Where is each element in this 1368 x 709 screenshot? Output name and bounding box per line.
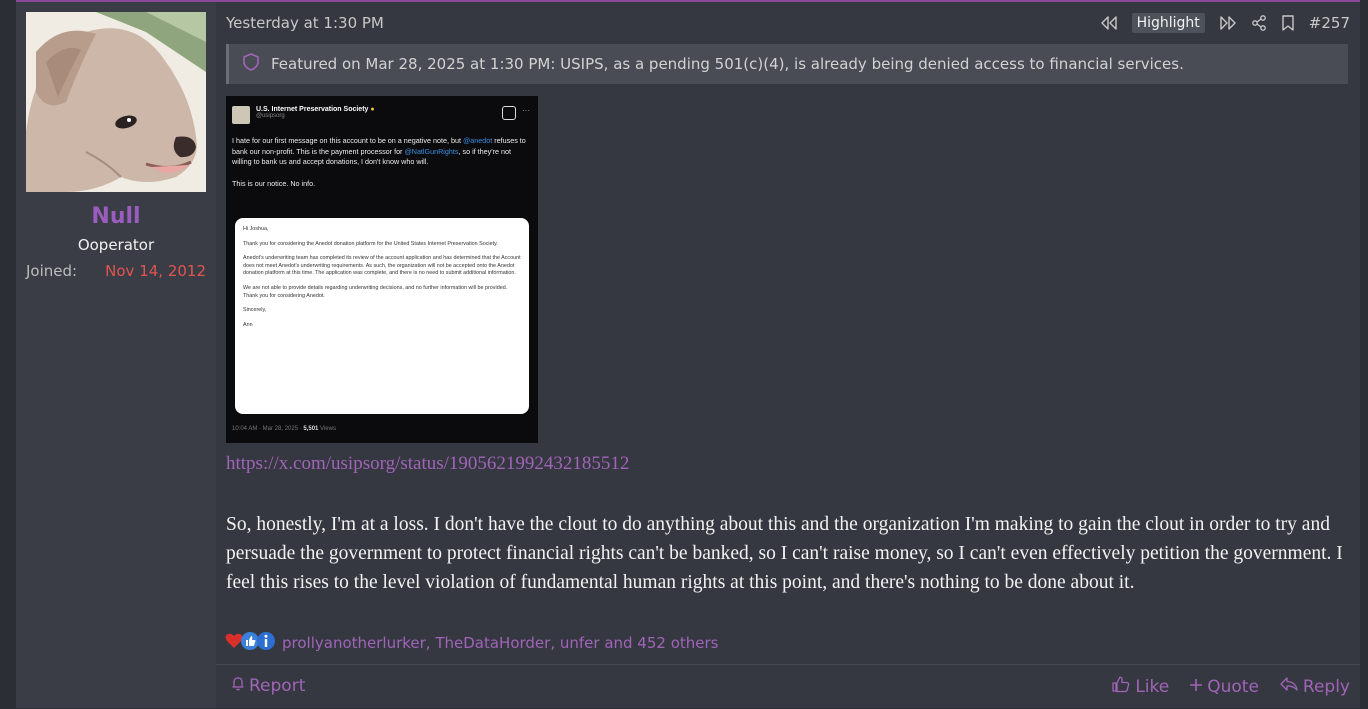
like-label: Like: [1135, 676, 1170, 697]
plus-icon: [1189, 677, 1203, 697]
user-sidebar: Null Ooperator Joined: Nov 14, 2012: [16, 2, 216, 708]
shield-icon: [241, 52, 261, 76]
grok-icon: [502, 106, 516, 120]
tweet-email-card: Hi Joshua, Thank you for considering the…: [235, 218, 529, 414]
quote-button[interactable]: Quote: [1189, 675, 1259, 698]
informative-reaction-icon: [256, 631, 276, 655]
tweet-handle: @usipsorg: [256, 113, 285, 119]
post-body-text: So, honestly, I'm at a loss. I don't hav…: [226, 514, 1343, 593]
tweet-notice: This is our notice. No info.: [232, 178, 316, 188]
report-button[interactable]: Report: [230, 675, 305, 696]
share-icon[interactable]: [1251, 15, 1267, 31]
post-main: Yesterday at 1:30 PM Highlight #257 Feat…: [216, 2, 1360, 708]
joined-date: Nov 14, 2012: [105, 262, 206, 280]
more-icon: ···: [522, 106, 530, 115]
username[interactable]: Null: [16, 204, 216, 229]
fast-forward-icon[interactable]: [1219, 16, 1237, 30]
post-actions: Highlight #257: [1100, 13, 1350, 33]
dog-avatar-image: [26, 12, 206, 192]
post-date[interactable]: Yesterday at 1:30 PM: [226, 14, 384, 32]
post-footer: Report Like Quote Reply: [216, 664, 1360, 709]
quote-label: Quote: [1207, 676, 1259, 697]
tweet-link[interactable]: https://x.com/usipsorg/status/1905621992…: [226, 453, 629, 475]
tweet-account-name: U.S. Internet Preservation Society: [256, 106, 369, 113]
thumbs-up-icon: [1111, 675, 1131, 698]
like-button[interactable]: Like: [1111, 675, 1169, 698]
rewind-icon[interactable]: [1100, 16, 1118, 30]
verified-icon: ●: [370, 106, 375, 113]
reply-label: Reply: [1302, 676, 1350, 697]
tweet-header: U.S. Internet Preservation Society ● @us…: [232, 106, 375, 124]
post-number[interactable]: #257: [1309, 14, 1350, 32]
tweet-screenshot-image[interactable]: U.S. Internet Preservation Society ● @us…: [226, 96, 538, 443]
reply-arrow-icon: [1279, 676, 1299, 697]
featured-text: Featured on Mar 28, 2025 at 1:30 PM: USI…: [271, 55, 1184, 73]
highlight-button[interactable]: Highlight: [1131, 13, 1205, 33]
tweet-avatar: [232, 106, 250, 124]
bell-icon: [230, 675, 246, 696]
report-label: Report: [249, 675, 306, 696]
bookmark-icon[interactable]: [1281, 15, 1295, 31]
tweet-text: I hate for our first message on this acc…: [232, 136, 530, 189]
footer-actions: Like Quote Reply: [1111, 675, 1350, 698]
post-container: Null Ooperator Joined: Nov 14, 2012 Yest…: [16, 0, 1360, 708]
joined-label: Joined:: [26, 262, 78, 280]
reactions-bar[interactable]: prollyanotherlurker, TheDataHorder, unfe…: [224, 631, 718, 655]
reactions-users[interactable]: prollyanotherlurker, TheDataHorder, unfe…: [282, 634, 718, 652]
user-title: Ooperator: [77, 236, 155, 254]
tweet-footer: 10:04 AM · Mar 28, 2025 · 5,501 Views: [232, 426, 336, 432]
avatar[interactable]: [26, 12, 206, 192]
reply-button[interactable]: Reply: [1279, 675, 1350, 698]
featured-notice: Featured on Mar 28, 2025 at 1:30 PM: USI…: [226, 44, 1348, 84]
